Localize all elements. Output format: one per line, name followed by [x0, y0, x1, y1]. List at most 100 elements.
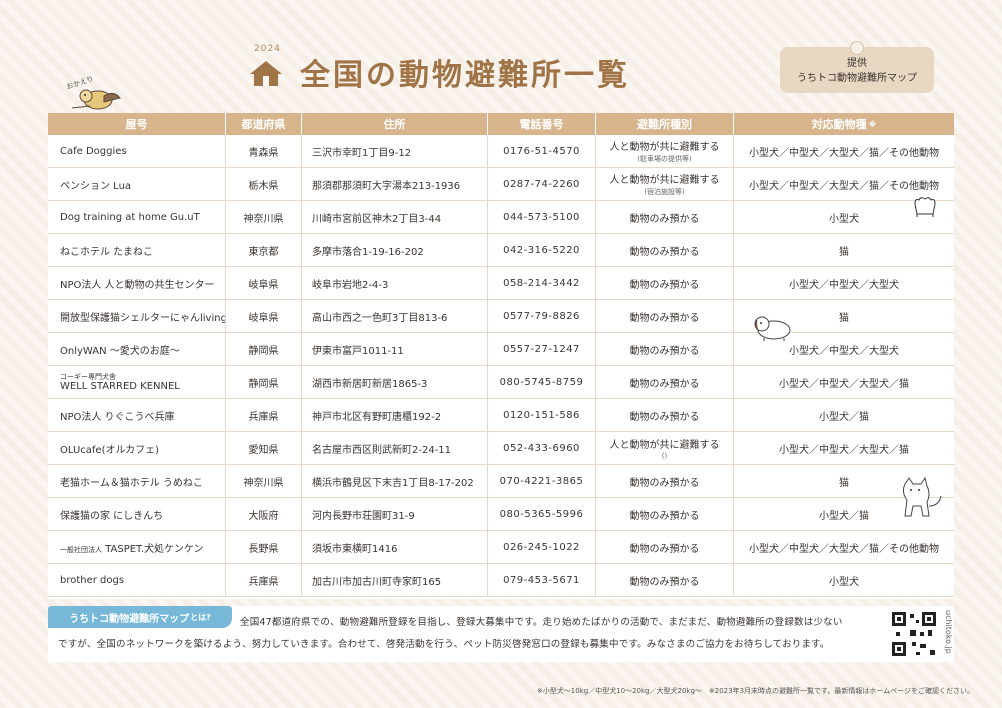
- table-body: Cafe Doggies 青森県 三沢市幸町1丁目9-12 0176-51-4570 人…: [48, 135, 954, 597]
- cell-tel: 080-5365-5996: [488, 498, 596, 530]
- cell-tel: 0287-74-2260: [488, 168, 596, 200]
- cell-address: 湖西市新居町新居1865-3: [302, 366, 488, 398]
- cell-type: 動物のみ預かる: [596, 366, 734, 398]
- shelter-name: 開放型保護猫シェルターにゃんliving: [60, 312, 226, 324]
- shelter-name: Cafe Doggies: [60, 145, 127, 157]
- cell-pref: 愛知県: [226, 432, 302, 464]
- cell-species: 小型犬／中型犬／大型犬／猫: [779, 378, 909, 390]
- shelter-name: TASPET.犬処ケンケン: [105, 543, 204, 555]
- cell-address: 多摩市落合1-19-16-202: [302, 234, 488, 266]
- cell-address: 横浜市鶴見区下末吉1丁目8-17-202: [302, 465, 488, 497]
- cell-name: brother dogs: [48, 564, 226, 596]
- cell-tel: 079-453-5671: [488, 564, 596, 596]
- shelter-table: 屋号 都道府県 住所 電話番号 避難所種別 対応動物種 ※ Cafe Doggi…: [48, 113, 954, 599]
- cell-tel: 0120-151-586: [488, 399, 596, 431]
- cell-type: 動物のみ預かる: [596, 399, 734, 431]
- cat-illustration-icon: [902, 476, 942, 517]
- cell-type: 動物のみ預かる: [596, 267, 734, 299]
- name-tag: コーギー専門犬舎: [60, 372, 116, 381]
- cell-name: OLUcafe(オルカフェ): [48, 432, 226, 464]
- type-label: 人と動物が共に避難する: [609, 440, 720, 451]
- table-row: 保護猫の家 にしきんち 大阪府 河内長野市荘園町31-9 080-5365-5996 動…: [48, 498, 954, 531]
- shelter-name: ペンション Lua: [60, 180, 132, 192]
- cell-species: 小型犬／中型犬／大型犬／猫／その他動物: [749, 543, 939, 555]
- name-wrap: 一般社団法人 TASPET.犬処ケンケン: [60, 540, 204, 555]
- shelter-name: OnlyWAN 〜愛犬のお庭〜: [60, 345, 180, 357]
- qr-code-icon[interactable]: [890, 610, 938, 658]
- cell-pref: 大阪府: [226, 498, 302, 530]
- name-prefix: 一般社団法人: [60, 545, 102, 554]
- shelter-name: ねこホテル たまねこ: [60, 246, 153, 258]
- cell-name: NPO法人 りぐこうべ兵庫: [48, 399, 226, 431]
- shelter-name: 老猫ホーム＆猫ホテル うめねこ: [60, 477, 203, 489]
- type-label: 動物のみ預かる: [629, 246, 700, 258]
- cell-name: 開放型保護猫シェルターにゃんliving: [48, 300, 226, 332]
- pin-icon: [850, 41, 864, 55]
- col-address: 住所: [302, 113, 488, 135]
- type-label: 人と動物が共に避難する: [609, 175, 720, 186]
- cell-name: 保護猫の家 にしきんち: [48, 498, 226, 530]
- col-pref: 都道府県: [226, 113, 302, 135]
- cell-species: 小型犬／中型犬／大型犬／猫／その他動物: [749, 147, 939, 159]
- type-sub: (駐車場の提供等): [637, 155, 692, 163]
- table-row: 開放型保護猫シェルターにゃんliving 岐阜県 高山市西之一色町3丁目813-6 0…: [48, 300, 954, 333]
- cell-address: 川崎市宮前区神木2丁目3-44: [302, 201, 488, 233]
- provider-name: うちトコ動物避難所マップ: [797, 73, 917, 84]
- about-line-2: ですが、全国のネットワークを築けるよう、努力していきます。合わせて、啓発活動を行…: [58, 639, 830, 650]
- cell-type: 動物のみ預かる: [596, 234, 734, 266]
- shelter-name: WELL STARRED KENNEL: [60, 380, 180, 392]
- cell-tel: 070-4221-3865: [488, 465, 596, 497]
- cell-type: 動物のみ預かる: [596, 498, 734, 530]
- cell-type: 人と動物が共に避難する(): [596, 432, 734, 464]
- type-sub: (宿泊施設等): [644, 188, 685, 196]
- shelter-name: NPO法人 人と動物の共生センター: [60, 279, 215, 291]
- cell-address: 加古川市加古川町寺家町165: [302, 564, 488, 596]
- table-row: コーギー専門犬舎 WELL STARRED KENNEL 静岡県 湖西市新居町新居18…: [48, 366, 954, 399]
- cell-name: ペンション Lua: [48, 168, 226, 200]
- cell-address: 名古屋市西区則武新町2-24-11: [302, 432, 488, 464]
- col-species-note: ※: [868, 119, 877, 129]
- shelter-name: NPO法人 りぐこうべ兵庫: [60, 411, 175, 423]
- page-title: 全国の動物避難所一覧: [300, 58, 630, 93]
- table-row: ねこホテル たまねこ 東京都 多摩市落合1-19-16-202 042-316-522…: [48, 234, 954, 267]
- cell-pref: 岐阜県: [226, 267, 302, 299]
- cell-type: 動物のみ預かる: [596, 300, 734, 332]
- cell-tel: 0176-51-4570: [488, 135, 596, 167]
- provider-label: 提供: [847, 58, 867, 69]
- about-line-1: 全国47都道府県での、動物避難所登録を目指し、登録大募集中です。走り始めたばかり…: [240, 617, 843, 628]
- cell-species: 小型犬／中型犬／大型犬: [789, 279, 899, 291]
- type-label: 動物のみ預かる: [629, 477, 700, 489]
- cell-address: 岐阜市岩地2-4-3: [302, 267, 488, 299]
- cell-name: 一般社団法人 TASPET.犬処ケンケン: [48, 531, 226, 563]
- cell-name: OnlyWAN 〜愛犬のお庭〜: [48, 333, 226, 365]
- paw-icon: [914, 197, 936, 217]
- shelter-name: 保護猫の家 にしきんち: [60, 510, 164, 522]
- cell-name: Dog training at home Gu.uT: [48, 201, 226, 233]
- cell-pref: 岐阜県: [226, 300, 302, 332]
- type-label: 動物のみ預かる: [629, 312, 700, 324]
- cell-tel: 0557-27-1247: [488, 333, 596, 365]
- cell-name: 老猫ホーム＆猫ホテル うめねこ: [48, 465, 226, 497]
- cell-species: 猫: [839, 246, 849, 258]
- shelter-name: OLUcafe(オルカフェ): [60, 444, 160, 456]
- dog-illustration-icon: [754, 316, 791, 341]
- cell-pref: 神奈川県: [226, 465, 302, 497]
- table-header: 屋号 都道府県 住所 電話番号 避難所種別 対応動物種 ※: [48, 113, 954, 135]
- table-row: Cafe Doggies 青森県 三沢市幸町1丁目9-12 0176-51-4570 人…: [48, 135, 954, 168]
- cell-type: 動物のみ預かる: [596, 531, 734, 563]
- cell-pref: 長野県: [226, 531, 302, 563]
- cell-type: 人と動物が共に避難する (駐車場の提供等): [596, 135, 734, 167]
- type-label: 動物のみ預かる: [629, 510, 700, 522]
- cell-pref: 兵庫県: [226, 564, 302, 596]
- cell-pref: 神奈川県: [226, 201, 302, 233]
- col-species-label: 対応動物種: [811, 118, 867, 131]
- type-sub: (): [661, 452, 668, 460]
- table-row: OnlyWAN 〜愛犬のお庭〜 静岡県 伊東市富戸1011-11 0557-27-12…: [48, 333, 954, 366]
- page: { "header": { "year": "2024", "title": "…: [0, 0, 1002, 708]
- table-row: Dog training at home Gu.uT 神奈川県 川崎市宮前区神木2丁…: [48, 201, 954, 234]
- cell-name: コーギー専門犬舎 WELL STARRED KENNEL: [48, 366, 226, 398]
- type-label: 動物のみ預かる: [629, 378, 700, 390]
- cell-address: 伊東市富戸1011-11: [302, 333, 488, 365]
- cell-pref: 静岡県: [226, 333, 302, 365]
- site-url[interactable]: uchitoko.jp: [944, 610, 953, 654]
